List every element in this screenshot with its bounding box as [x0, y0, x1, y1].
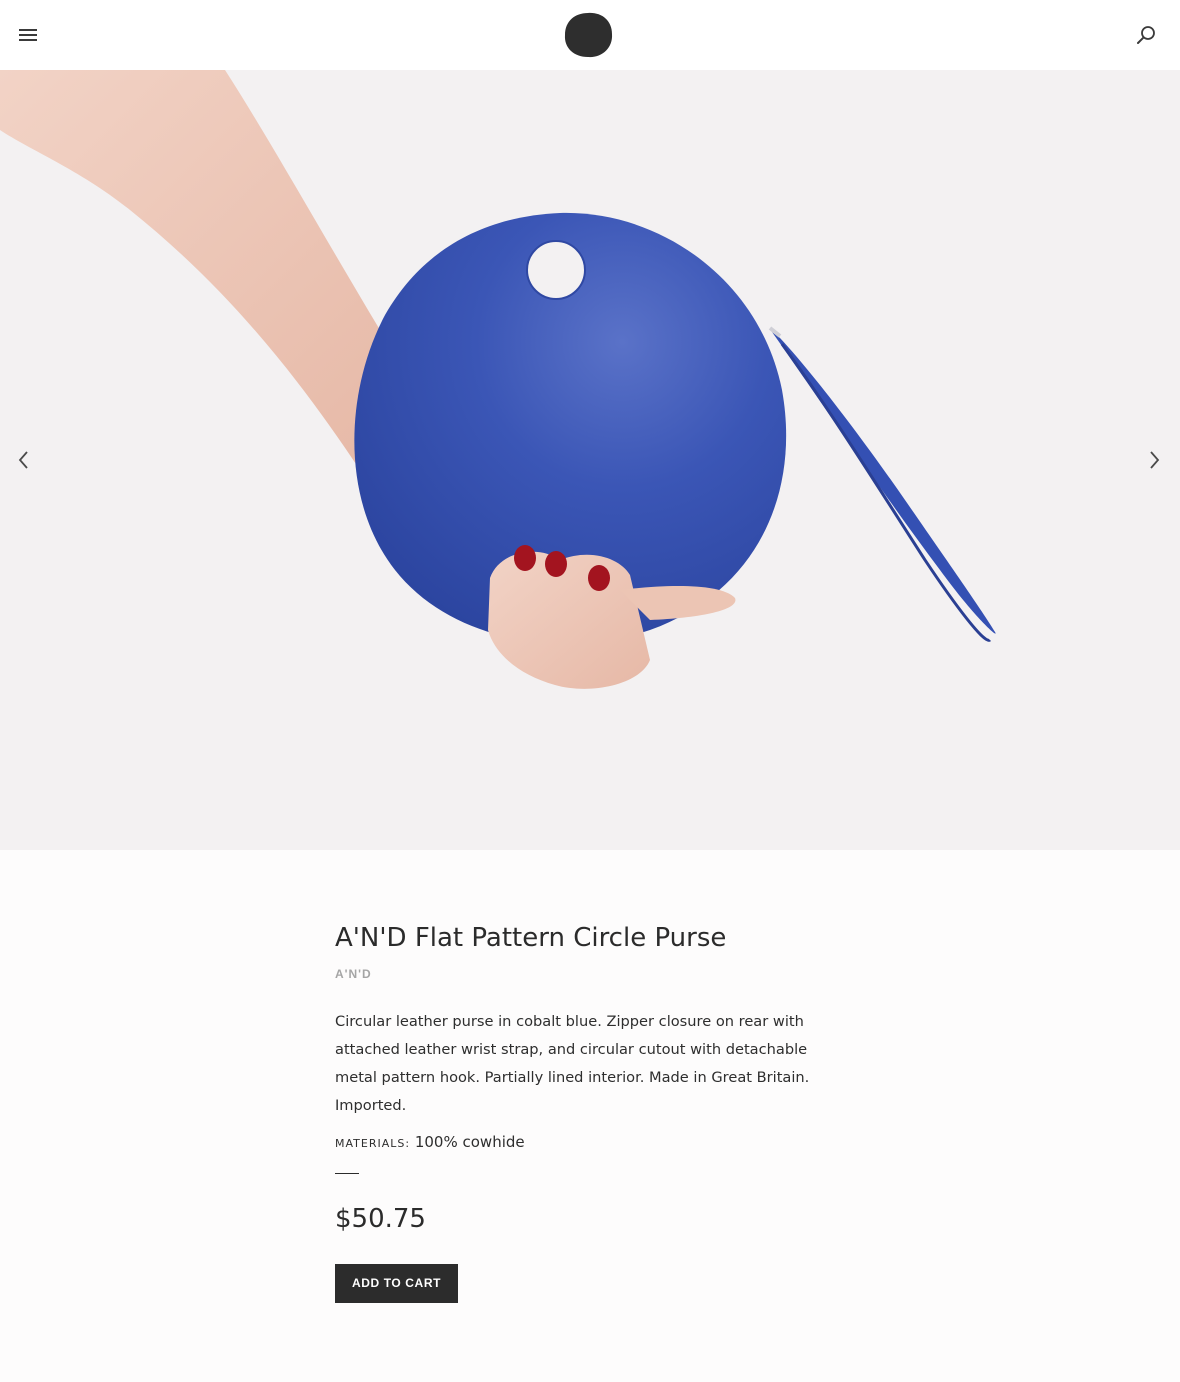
chevron-left-icon[interactable]: [12, 448, 36, 472]
materials-row: MATERIALS: 100% cowhide: [335, 1130, 855, 1156]
product-details: A'N'D Flat Pattern Circle Purse A'N'D Ci…: [335, 918, 855, 1303]
product-image-gallery: [0, 70, 1180, 850]
hamburger-menu-icon[interactable]: [19, 27, 38, 43]
vendor-link[interactable]: A'N'D: [335, 967, 855, 981]
product-title: A'N'D Flat Pattern Circle Purse: [335, 923, 727, 953]
divider: [335, 1173, 359, 1174]
chevron-right-icon[interactable]: [1142, 448, 1166, 472]
logo[interactable]: [564, 12, 613, 58]
site-header: [0, 0, 1180, 70]
product-photo: [0, 70, 996, 689]
product-price: $50.75: [335, 1204, 426, 1234]
search-icon[interactable]: [1135, 24, 1157, 46]
add-to-cart-button[interactable]: ADD TO CART: [335, 1264, 458, 1303]
product-description: Circular leather purse in cobalt blue. Z…: [335, 1013, 810, 1114]
materials-value: 100% cowhide: [414, 1133, 525, 1151]
materials-label: MATERIALS:: [335, 1137, 411, 1150]
